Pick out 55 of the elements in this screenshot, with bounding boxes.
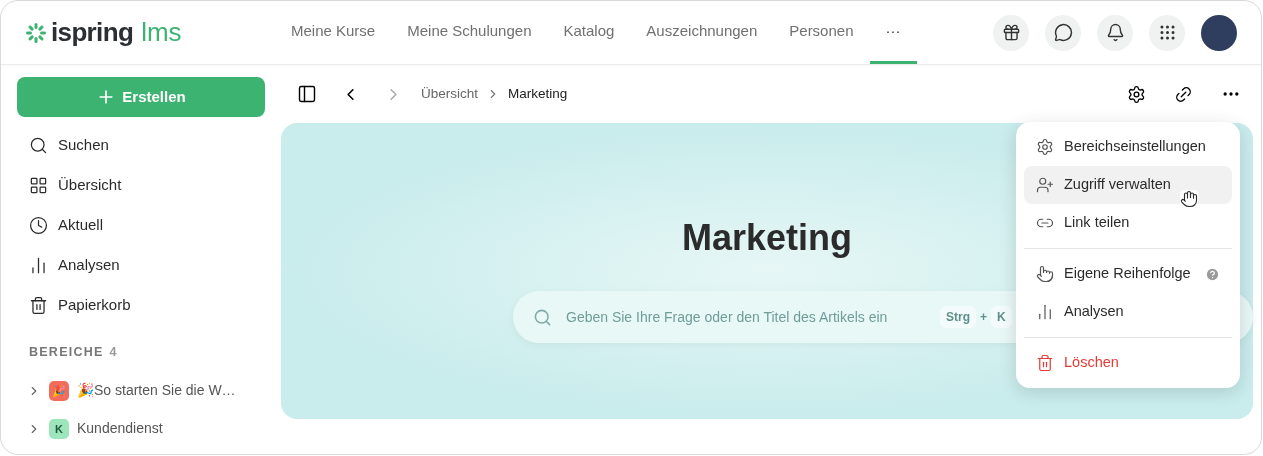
sidebar-toggle-icon[interactable]	[297, 84, 317, 104]
settings-icon[interactable]	[1127, 84, 1146, 104]
sidebar-item[interactable]: Suchen	[17, 125, 265, 165]
breadcrumb-item[interactable]: Übersicht	[421, 83, 479, 105]
trash-icon	[29, 295, 48, 315]
clock-icon	[29, 215, 48, 235]
chat-icon	[1053, 23, 1073, 42]
gift-icon	[1001, 23, 1021, 42]
user-plus-icon	[1036, 176, 1054, 194]
menu-item[interactable]: Link teilen	[1024, 204, 1232, 242]
section-title: BEREICHE	[29, 344, 104, 361]
gift-button[interactable]	[993, 14, 1029, 51]
menu-item[interactable]: Eigene Reihenfolge	[1024, 255, 1232, 293]
space-item[interactable]: Kundendienst	[77, 418, 163, 440]
nav-tab[interactable]: Katalog	[547, 1, 631, 64]
grid-icon	[29, 175, 48, 195]
search-icon	[533, 307, 552, 327]
nav-tab[interactable]: Auszeichnungen	[630, 1, 774, 64]
sidebar-item[interactable]: Übersicht	[17, 165, 265, 205]
logo-suffix: lms	[141, 16, 182, 49]
sidebar-item[interactable]: Papierkorb	[17, 285, 265, 325]
menu-item[interactable]: Bereichseinstellungen	[1024, 128, 1232, 166]
bar-chart-icon	[1036, 303, 1054, 321]
user-avatar[interactable]	[1201, 14, 1237, 51]
nav-tab[interactable]: ···	[869, 1, 917, 64]
sidebar-item[interactable]: Analysen	[17, 245, 265, 285]
logo-icon	[25, 21, 47, 44]
sidebar-item[interactable]: Aktuell	[17, 205, 265, 245]
logo-wordmark: ispring	[51, 16, 134, 49]
section-count: 4	[109, 344, 118, 361]
hero-title: Marketing	[681, 216, 852, 260]
hand-pointer-icon	[1036, 265, 1054, 283]
space-item[interactable]: 🎉So starten Sie die W…	[77, 380, 236, 402]
bell-icon	[1105, 23, 1125, 42]
gear-icon	[1036, 138, 1054, 156]
apps-grid-icon	[1157, 23, 1177, 42]
space-avatar: 🎉	[49, 380, 69, 401]
bar-chart-icon	[29, 255, 48, 275]
shortcut-key: Strg	[940, 306, 976, 328]
trash-icon	[1036, 354, 1054, 372]
nav-tab[interactable]: Personen	[773, 1, 870, 64]
search-input[interactable]: Geben Sie Ihre Frage oder den Titel des Artikels ein	[566, 306, 926, 328]
chat-button[interactable]	[1045, 14, 1081, 51]
shortcut-key: K	[991, 306, 1012, 328]
shortcut-key: +	[980, 308, 987, 326]
breadcrumb-item: Marketing	[508, 84, 568, 103]
menu-item[interactable]: Löschen	[1024, 344, 1232, 382]
search-icon	[29, 135, 48, 155]
space-avatar: K	[49, 418, 69, 439]
cursor-hand-icon	[1180, 190, 1198, 208]
nav-tab[interactable]: Meine Schulungen	[391, 1, 548, 64]
nav-tab[interactable]: Meine Kurse	[275, 1, 392, 64]
menu-item[interactable]: Analysen	[1024, 293, 1232, 331]
bell-button[interactable]	[1097, 14, 1133, 51]
apps-grid-button[interactable]	[1149, 14, 1185, 51]
